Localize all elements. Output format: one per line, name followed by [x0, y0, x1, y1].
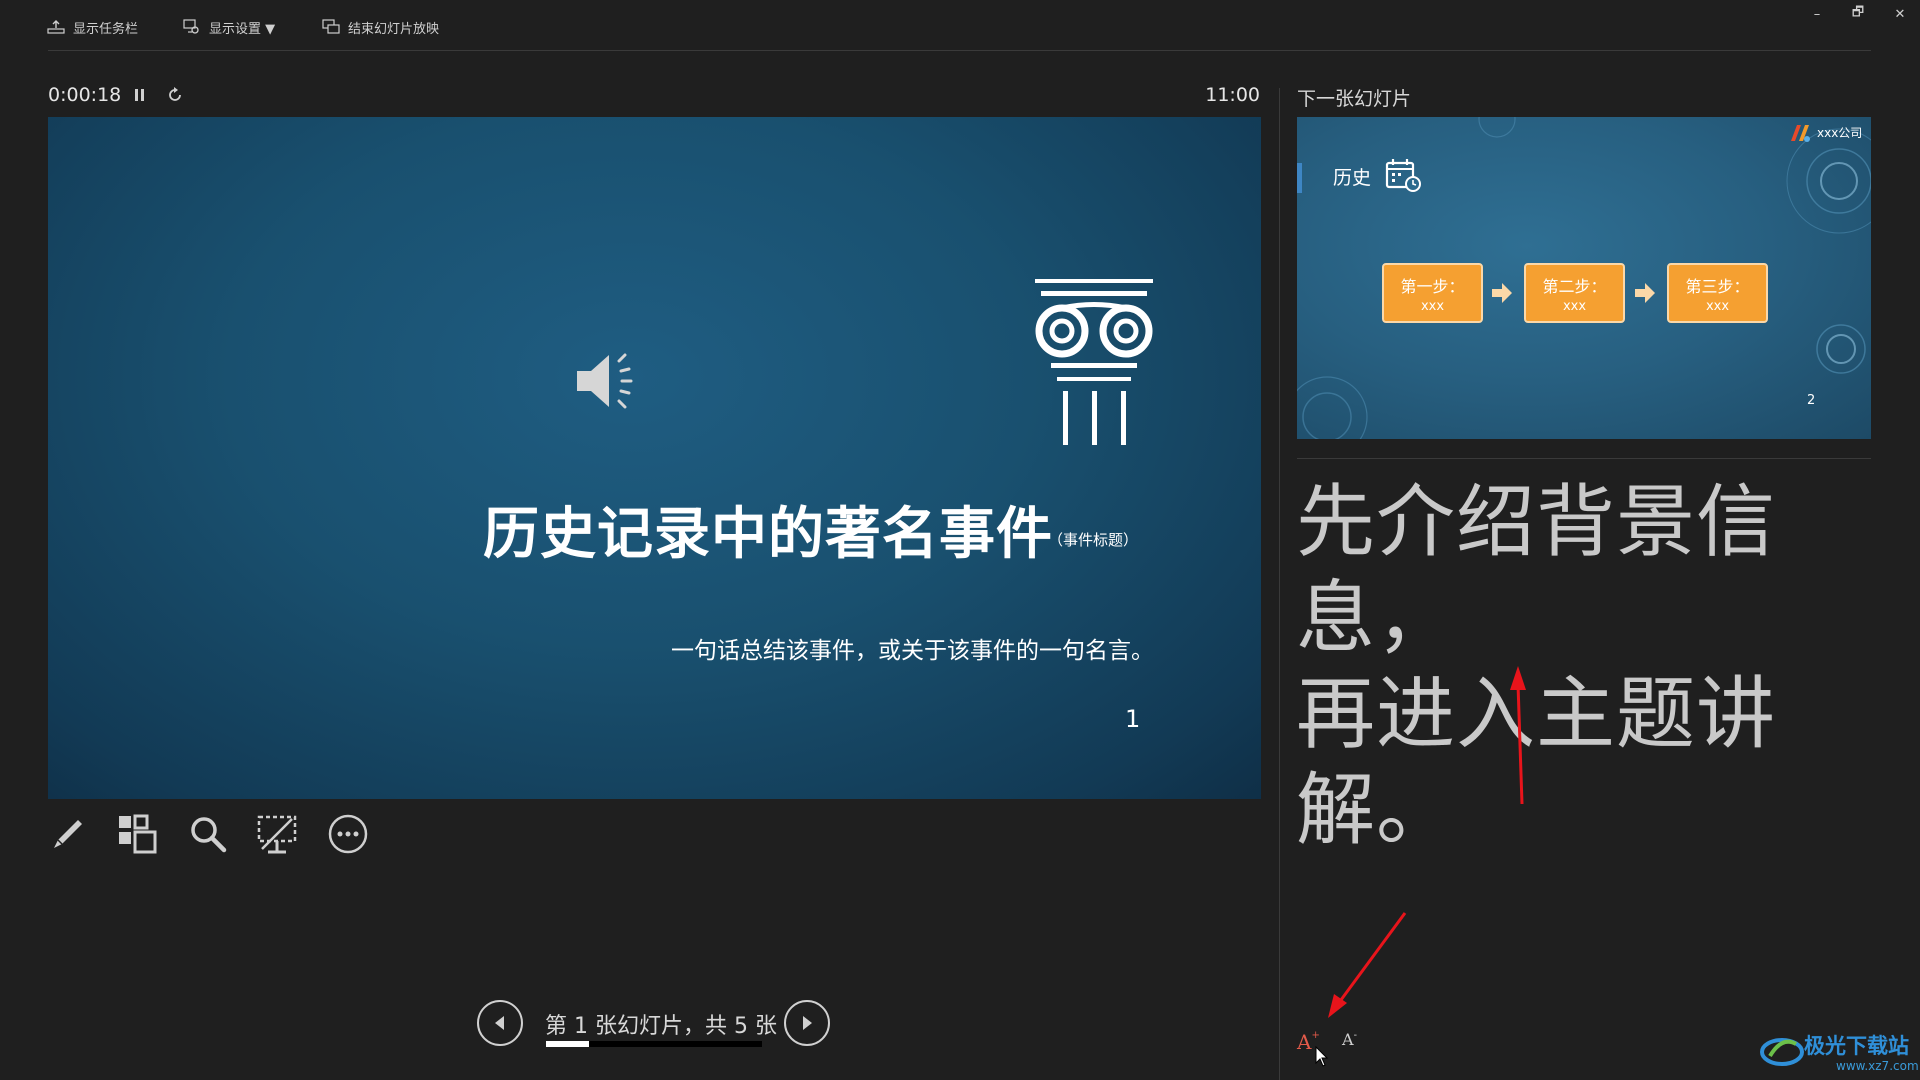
current-slide[interactable]: 历史记录中的著名事件 （事件标题） 一句话总结该事件，或关于该事件的一句名言。 …: [48, 117, 1261, 799]
toolbar-divider: [48, 50, 1871, 51]
slide-title-note: （事件标题）: [1048, 531, 1139, 549]
audio-icon[interactable]: [573, 347, 643, 419]
watermark-brand: 极光下载站: [1804, 1034, 1909, 1058]
zoom-icon: [191, 817, 227, 853]
notes-line: 先介绍背景信息，: [1296, 476, 1776, 664]
minimize-button[interactable]: –: [1797, 4, 1837, 24]
see-all-slides-button[interactable]: [115, 812, 159, 856]
mouse-cursor-icon: [1315, 1045, 1329, 1072]
end-slideshow-icon: [322, 19, 340, 35]
current-time: 11:00: [1205, 84, 1260, 106]
previous-slide-button[interactable]: [477, 1000, 523, 1046]
triangle-right-icon: [803, 1016, 812, 1030]
next-slide-button[interactable]: [784, 1000, 830, 1046]
display-settings-button[interactable]: 显示设置 ▼: [183, 14, 275, 40]
slide-progress-bar: [546, 1041, 762, 1047]
notes-line: 再进入主题讲解。: [1296, 668, 1776, 856]
slide-subtitle: 一句话总结该事件，或关于该事件的一句名言。: [671, 638, 1154, 664]
reset-timer-button[interactable]: [165, 85, 185, 109]
pen-tool-button[interactable]: [46, 812, 90, 856]
ionic-column-icon: [1035, 279, 1155, 451]
decrease-font-button[interactable]: A-: [1342, 1030, 1357, 1049]
minimize-icon: –: [1813, 6, 1821, 22]
display-settings-icon: [183, 19, 201, 35]
pen-icon: [54, 820, 82, 848]
decrease-font-icon: A: [1342, 1030, 1354, 1049]
close-button[interactable]: ✕: [1880, 4, 1920, 24]
end-slideshow-button[interactable]: 结束幻灯片放映: [322, 14, 439, 40]
next-slide-preview[interactable]: 历史 xxx公司 第一步： xxx 第二步： xxx 第三步： xxx 2: [1297, 117, 1871, 439]
step-label: 第三步：: [1685, 277, 1750, 296]
more-options-icon: [328, 814, 368, 854]
close-icon: ✕: [1894, 6, 1906, 22]
end-slideshow-label: 结束幻灯片放映: [348, 21, 440, 37]
step-label: 第一步：: [1400, 277, 1465, 296]
slide-number: 1: [1125, 705, 1141, 733]
watermark-url: www.xz7.com: [1836, 1059, 1919, 1073]
slide-title: 历史记录中的著名事件: [483, 502, 1053, 567]
company-name: xxx公司: [1817, 126, 1863, 140]
screen-blackout-icon: [257, 815, 297, 854]
step-value: xxx: [1705, 299, 1730, 314]
show-taskbar-label: 显示任务栏: [73, 21, 139, 37]
speaker-notes[interactable]: 先介绍背景信息， 再进入主题讲解。: [1296, 474, 1871, 858]
restore-icon: 🗗: [1851, 5, 1865, 20]
increase-font-icon: A: [1297, 1030, 1312, 1054]
title-accent-bar: [1297, 163, 1302, 193]
step-value: xxx: [1562, 299, 1587, 314]
taskbar-icon: [47, 20, 65, 34]
next-slide-label: 下一张幻灯片: [1297, 88, 1412, 110]
slide-counter[interactable]: 第 1 张幻灯片，共 5 张: [545, 1008, 777, 1040]
step-box: 第一步： xxx: [1382, 263, 1483, 323]
next-slide-title: 历史: [1333, 167, 1372, 189]
notes-divider: [1297, 458, 1871, 459]
progress-fill: [546, 1041, 590, 1047]
zoom-button[interactable]: [186, 812, 230, 856]
elapsed-timer: 0:00:18: [48, 84, 122, 106]
pause-icon: [135, 89, 144, 101]
pause-timer-button[interactable]: [133, 86, 147, 108]
calendar-icon: [1385, 157, 1423, 197]
watermark-logo-icon: [1760, 1030, 1804, 1074]
arrow-right-icon: [1492, 283, 1512, 303]
restore-button[interactable]: 🗗: [1838, 4, 1878, 24]
reset-icon: [169, 87, 181, 101]
next-slide-number: 2: [1807, 393, 1816, 408]
display-settings-label: 显示设置 ▼: [209, 21, 276, 37]
arrow-right-icon: [1635, 283, 1655, 303]
step-box: 第三步： xxx: [1667, 263, 1768, 323]
show-taskbar-button[interactable]: 显示任务栏: [47, 14, 138, 40]
pane-divider[interactable]: [1279, 88, 1280, 1080]
triangle-left-icon: [495, 1016, 504, 1030]
blackout-button[interactable]: [255, 812, 299, 856]
company-logo-icon: [1787, 121, 1813, 147]
step-value: xxx: [1420, 299, 1445, 314]
more-options-button[interactable]: [326, 812, 370, 856]
step-label: 第二步：: [1542, 277, 1607, 296]
slides-grid-icon: [119, 814, 157, 854]
step-box: 第二步： xxx: [1524, 263, 1625, 323]
